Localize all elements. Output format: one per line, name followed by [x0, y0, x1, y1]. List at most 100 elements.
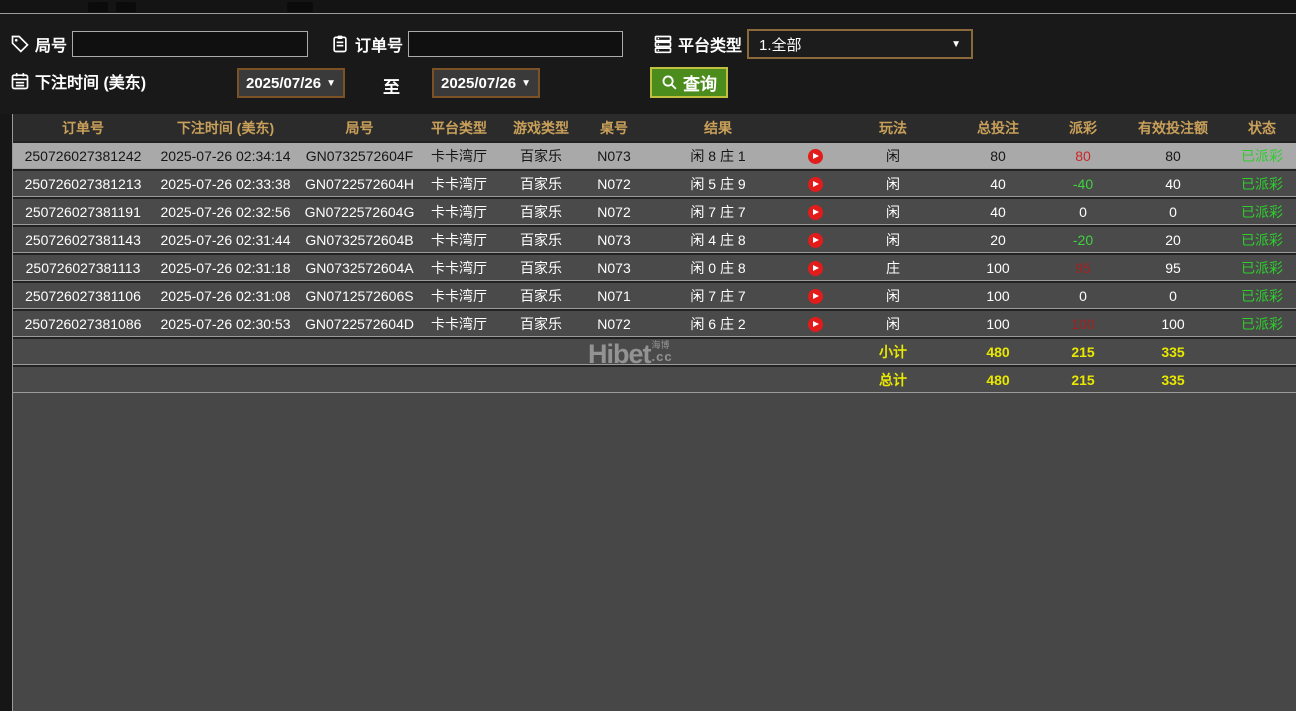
- column-header: 平台类型: [421, 115, 497, 141]
- play-icon[interactable]: [808, 233, 823, 248]
- cell-order: 250726027381213: [13, 171, 153, 197]
- cell-time: 2025-07-26 02:33:38: [153, 171, 298, 197]
- cell-valid: 20: [1118, 227, 1228, 253]
- play-icon[interactable]: [808, 289, 823, 304]
- bet-time-label: 下注时间 (美东): [35, 69, 146, 93]
- cell-payout: 0: [1048, 283, 1118, 309]
- cell-status: 已派彩: [1228, 283, 1296, 309]
- cell-platform: 卡卡湾厅: [421, 171, 497, 197]
- cell-table-no: N073: [585, 255, 643, 281]
- table-row[interactable]: 2507260273812422025-07-26 02:34:14GN0732…: [13, 143, 1296, 169]
- column-header: 有效投注额: [1118, 115, 1228, 141]
- table-row[interactable]: 2507260273811062025-07-26 02:31:08GN0712…: [13, 283, 1296, 309]
- cell-payout: -40: [1048, 171, 1118, 197]
- cell-play: 闲: [838, 199, 948, 225]
- replay-cell: [793, 171, 838, 197]
- column-header: 订单号: [13, 115, 153, 141]
- cell-round: GN0722572604D: [298, 311, 421, 337]
- cell-round: GN0722572604G: [298, 199, 421, 225]
- cell-game: 百家乐: [497, 227, 585, 253]
- cell-status: 已派彩: [1228, 143, 1296, 169]
- filter-panel: 局号 订单号 平台类型 1.全部 ▼ 下注时间 (美东) 2025/07/26 …: [0, 15, 1296, 114]
- total-payout: 215: [1048, 339, 1118, 365]
- topbar-artifact: [88, 2, 108, 12]
- total-payout: 215: [1048, 367, 1118, 393]
- cell-payout: 0: [1048, 199, 1118, 225]
- replay-cell: [793, 311, 838, 337]
- column-header: 结果: [643, 115, 793, 141]
- watermark-brand: Hibet: [588, 341, 651, 368]
- search-icon: [661, 74, 678, 91]
- column-header: 桌号: [585, 115, 643, 141]
- cell-total: 20: [948, 227, 1048, 253]
- cell-total: 100: [948, 255, 1048, 281]
- cell-status: 已派彩: [1228, 199, 1296, 225]
- cell-order: 250726027381191: [13, 199, 153, 225]
- cell-round: GN0732572604F: [298, 143, 421, 169]
- chevron-down-icon: ▼: [521, 78, 531, 89]
- play-icon[interactable]: [808, 177, 823, 192]
- cell-game: 百家乐: [497, 171, 585, 197]
- cell-play: 闲: [838, 283, 948, 309]
- replay-cell: [793, 143, 838, 169]
- date-from-picker[interactable]: 2025/07/26 ▼: [237, 68, 345, 98]
- table-row[interactable]: 2507260273811912025-07-26 02:32:56GN0722…: [13, 199, 1296, 225]
- top-bar: [0, 0, 1296, 14]
- cell-game: 百家乐: [497, 283, 585, 309]
- cell-total: 100: [948, 311, 1048, 337]
- cell-time: 2025-07-26 02:31:18: [153, 255, 298, 281]
- cell-total: 40: [948, 171, 1048, 197]
- cell-platform: 卡卡湾厅: [421, 255, 497, 281]
- cell-result: 闲 7 庄 7: [643, 283, 793, 309]
- play-icon[interactable]: [808, 261, 823, 276]
- order-label: 订单号: [355, 32, 403, 56]
- table-header: 订单号下注时间 (美东)局号平台类型游戏类型桌号结果玩法总投注派彩有效投注额状态: [13, 114, 1296, 141]
- cell-result: 闲 0 庄 8: [643, 255, 793, 281]
- cell-play: 闲: [838, 311, 948, 337]
- table-row[interactable]: 2507260273810862025-07-26 02:30:53GN0722…: [13, 311, 1296, 337]
- search-button[interactable]: 查询: [650, 67, 728, 98]
- cell-platform: 卡卡湾厅: [421, 143, 497, 169]
- table-row[interactable]: 2507260273812132025-07-26 02:33:38GN0722…: [13, 171, 1296, 197]
- table-row[interactable]: 2507260273811432025-07-26 02:31:44GN0732…: [13, 227, 1296, 253]
- left-gutter: [0, 114, 12, 711]
- total-valid: 335: [1118, 367, 1228, 393]
- cell-status: 已派彩: [1228, 171, 1296, 197]
- cell-order: 250726027381086: [13, 311, 153, 337]
- cell-time: 2025-07-26 02:32:56: [153, 199, 298, 225]
- date-to-value: 2025/07/26: [441, 75, 516, 92]
- order-input[interactable]: [408, 31, 623, 57]
- cell-platform: 卡卡湾厅: [421, 283, 497, 309]
- to-label: 至: [383, 73, 400, 98]
- column-header: 状态: [1228, 115, 1296, 141]
- tag-icon: [10, 34, 30, 54]
- play-icon[interactable]: [808, 205, 823, 220]
- table-row[interactable]: 2507260273811132025-07-26 02:31:18GN0732…: [13, 255, 1296, 281]
- cell-order: 250726027381242: [13, 143, 153, 169]
- platform-select[interactable]: 1.全部 ▼: [747, 29, 973, 59]
- round-input[interactable]: [72, 31, 308, 57]
- cell-game: 百家乐: [497, 311, 585, 337]
- column-header: 玩法: [838, 115, 948, 141]
- cell-result: 闲 4 庄 8: [643, 227, 793, 253]
- play-icon[interactable]: [808, 317, 823, 332]
- replay-cell: [793, 199, 838, 225]
- cell-valid: 95: [1118, 255, 1228, 281]
- column-header: 局号: [298, 115, 421, 141]
- cell-play: 闲: [838, 143, 948, 169]
- round-label: 局号: [35, 32, 67, 56]
- hibet-watermark: Hibet 海博 .cc: [588, 341, 673, 368]
- cell-time: 2025-07-26 02:31:44: [153, 227, 298, 253]
- cell-game: 百家乐: [497, 199, 585, 225]
- date-from-value: 2025/07/26: [246, 75, 321, 92]
- date-to-picker[interactable]: 2025/07/26 ▼: [432, 68, 540, 98]
- cell-play: 闲: [838, 171, 948, 197]
- cell-round: GN0722572604H: [298, 171, 421, 197]
- cell-table-no: N073: [585, 143, 643, 169]
- total-bets: 480: [948, 367, 1048, 393]
- cell-time: 2025-07-26 02:34:14: [153, 143, 298, 169]
- column-header: 派彩: [1048, 115, 1118, 141]
- cell-round: GN0712572606S: [298, 283, 421, 309]
- play-icon[interactable]: [808, 149, 823, 164]
- total-label: 小计: [838, 339, 948, 365]
